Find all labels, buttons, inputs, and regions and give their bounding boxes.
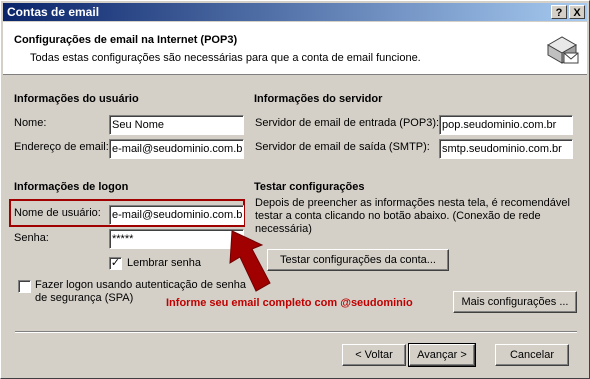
dialog-window: Contas de email ? X Configurações de ema…: [0, 0, 590, 379]
password-label: Senha:: [14, 232, 49, 244]
title-bar[interactable]: Contas de email ? X: [3, 3, 587, 21]
page-title: Configurações de email na Internet (POP3…: [14, 34, 238, 46]
spa-label-line2: de segurança (SPA): [35, 292, 134, 304]
username-field[interactable]: e-mail@seudominio.com.br: [109, 205, 244, 225]
server-info-heading: Informações do servidor: [254, 93, 383, 105]
test-description: Depois de preencher as informações nesta…: [255, 197, 570, 235]
help-button[interactable]: ?: [551, 5, 567, 19]
next-button[interactable]: Avançar >: [408, 343, 476, 367]
logon-info-heading: Informações de logon: [14, 181, 129, 193]
footer-divider: [15, 331, 577, 333]
outgoing-server-label: Servidor de email de saída (SMTP):: [255, 141, 430, 153]
username-label: Nome de usuário:: [14, 207, 101, 219]
outgoing-server-field[interactable]: smtp.seudominio.com.br: [439, 139, 573, 159]
email-field[interactable]: e-mail@seudominio.com.br: [109, 139, 244, 159]
name-field[interactable]: Seu Nome: [109, 115, 244, 135]
annotation-note: Informe seu email completo com @seudomin…: [166, 297, 413, 309]
cancel-button[interactable]: Cancelar: [495, 344, 569, 366]
close-button[interactable]: X: [569, 5, 585, 19]
incoming-server-label: Servidor de email de entrada (POP3):: [255, 117, 440, 129]
more-settings-button[interactable]: Mais configurações ...: [453, 291, 577, 313]
remember-password-checkbox[interactable]: ✓: [109, 257, 122, 270]
back-button[interactable]: < Voltar: [342, 344, 406, 366]
annotation-arrow-icon: [229, 230, 271, 292]
page-subtitle: Todas estas configurações são necessária…: [30, 52, 421, 64]
email-label: Endereço de email:: [14, 141, 109, 153]
email-account-icon: [546, 36, 579, 64]
window-title: Contas de email: [7, 5, 100, 19]
remember-password-label: Lembrar senha: [127, 257, 201, 269]
name-label: Nome:: [14, 117, 47, 129]
incoming-server-field[interactable]: pop.seudominio.com.br: [439, 115, 573, 135]
spa-checkbox[interactable]: [18, 280, 31, 293]
user-info-heading: Informações do usuário: [14, 93, 139, 105]
test-account-settings-button[interactable]: Testar configurações da conta...: [267, 249, 449, 271]
test-settings-heading: Testar configurações: [254, 181, 365, 193]
wizard-header: Configurações de email na Internet (POP3…: [3, 22, 587, 75]
